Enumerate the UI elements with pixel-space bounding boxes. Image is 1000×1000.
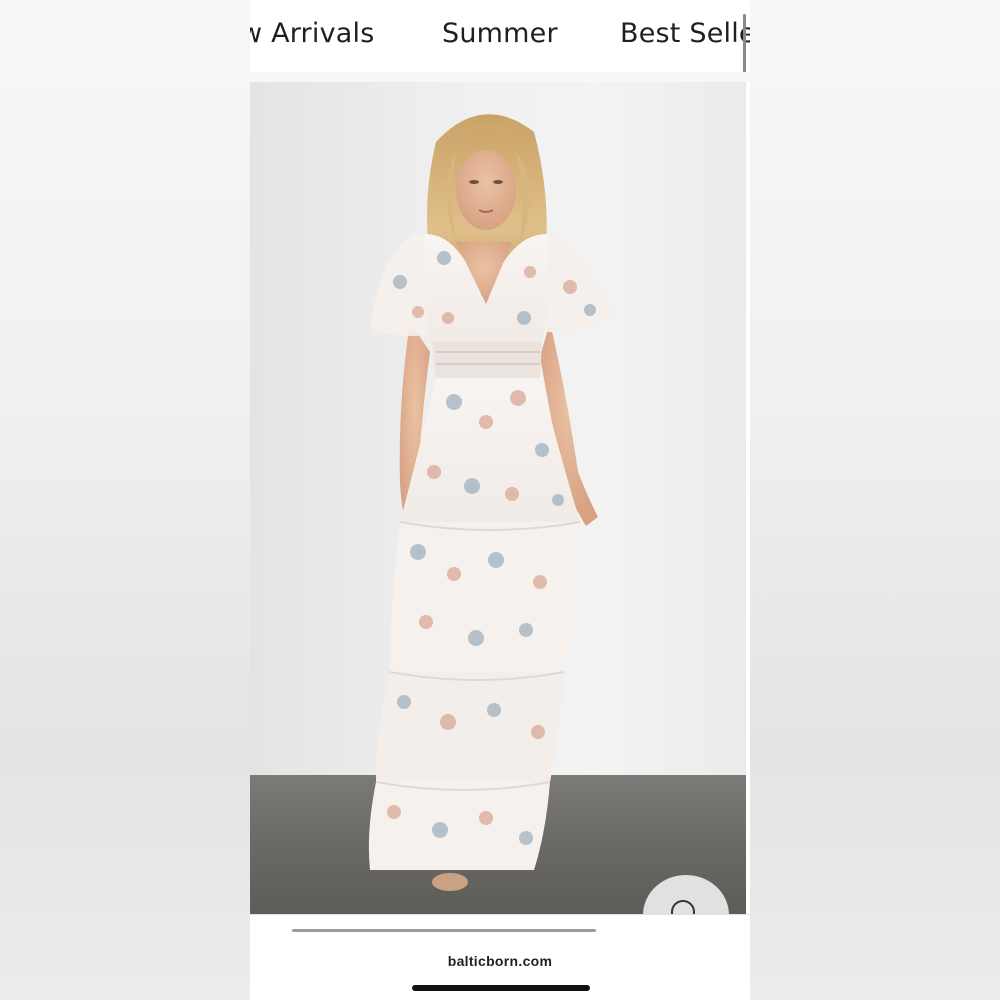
nav-item-new-arrivals[interactable]: w Arrivals bbox=[250, 18, 374, 49]
product-image[interactable] bbox=[250, 82, 746, 914]
background-right bbox=[750, 0, 1000, 1000]
category-nav: w Arrivals Summer Best Selle bbox=[250, 0, 750, 73]
horizontal-scrollbar[interactable] bbox=[292, 929, 596, 932]
url-label[interactable]: balticborn.com bbox=[250, 953, 750, 969]
home-indicator[interactable] bbox=[412, 985, 590, 991]
background-left bbox=[0, 0, 250, 1000]
model-illustration bbox=[368, 114, 616, 891]
nav-item-best-sellers[interactable]: Best Selle bbox=[620, 18, 750, 49]
nav-divider bbox=[250, 72, 750, 82]
phone-screen: w Arrivals Summer Best Selle balticborn.… bbox=[250, 0, 750, 1000]
nav-item-summer[interactable]: Summer bbox=[442, 18, 558, 49]
browser-bottom-bar: balticborn.com bbox=[250, 914, 750, 1000]
search-icon bbox=[671, 900, 695, 914]
